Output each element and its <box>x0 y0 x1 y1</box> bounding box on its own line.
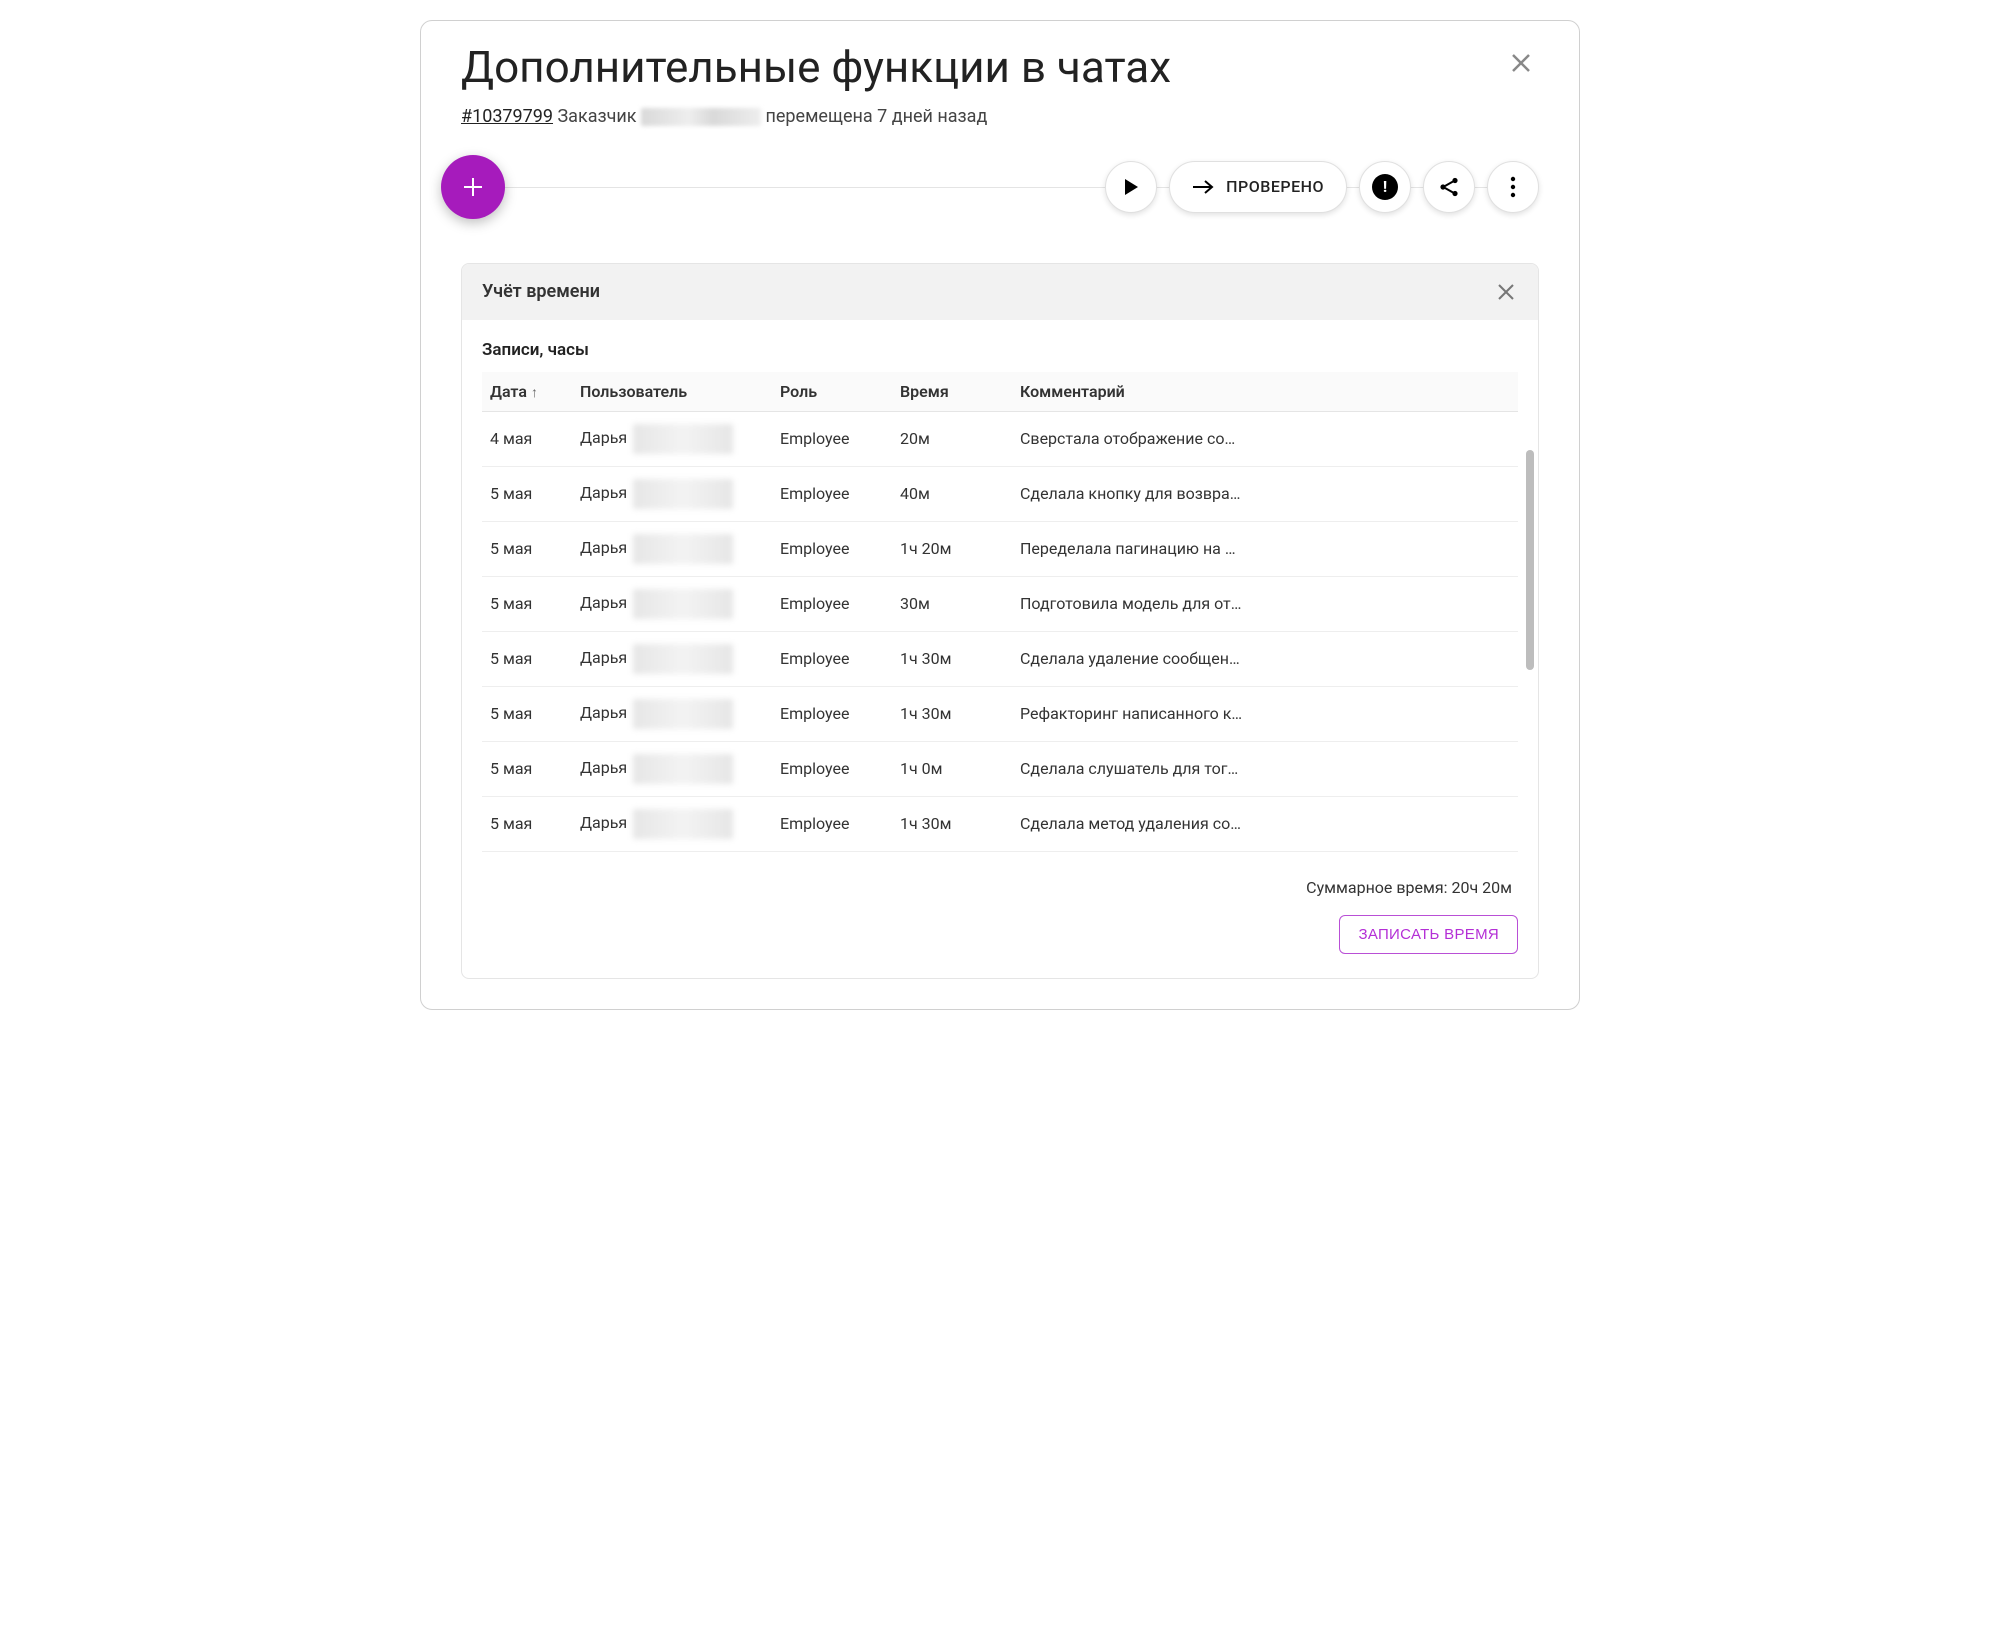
table-row[interactable]: 5 маяДарья Employee1ч 20мПеределала паги… <box>482 521 1518 576</box>
cell-role: Employee <box>772 411 892 466</box>
cell-comment: Сделала кнопку для возвра… <box>1012 466 1518 521</box>
time-tracking-panel: Учёт времени Записи, часы Дата↑ Пользова… <box>461 263 1539 979</box>
sort-ascending-icon: ↑ <box>531 385 538 401</box>
cell-role: Employee <box>772 796 892 851</box>
cell-time: 1ч 30м <box>892 796 1012 851</box>
table-row[interactable]: 4 маяДарья Employee20мСверстала отображе… <box>482 411 1518 466</box>
cell-time: 1ч 20м <box>892 521 1012 576</box>
summary-label: Суммарное время: <box>1306 878 1447 897</box>
cell-time: 1ч 30м <box>892 631 1012 686</box>
cell-time: 20м <box>892 411 1012 466</box>
more-vertical-icon <box>1510 176 1516 198</box>
cell-user: Дарья <box>572 686 772 741</box>
cell-user: Дарья <box>572 521 772 576</box>
cell-role: Employee <box>772 686 892 741</box>
task-window: Дополнительные функции в чатах #10379799… <box>420 20 1580 1010</box>
user-surname-redacted <box>633 644 733 674</box>
cell-date: 5 мая <box>482 796 572 851</box>
table-row[interactable]: 5 маяДарья Employee1ч 30мРефакторинг нап… <box>482 686 1518 741</box>
time-entries-table: Дата↑ Пользователь Роль Время Комментари… <box>482 372 1518 852</box>
user-surname-redacted <box>633 754 733 784</box>
summary-value: 20ч 20м <box>1451 878 1512 897</box>
user-surname-redacted <box>633 424 733 454</box>
cell-comment: Сделала удаление сообщен… <box>1012 631 1518 686</box>
checked-button[interactable]: ПРОВЕРЕНО <box>1169 161 1347 213</box>
section-label: Записи, часы <box>482 340 1518 360</box>
cell-role: Employee <box>772 576 892 631</box>
user-surname-redacted <box>633 699 733 729</box>
cell-time: 1ч 0м <box>892 741 1012 796</box>
share-icon <box>1438 176 1460 198</box>
col-time[interactable]: Время <box>892 372 1012 412</box>
customer-name-redacted <box>641 108 761 126</box>
warning-icon: ! <box>1372 174 1398 200</box>
col-role[interactable]: Роль <box>772 372 892 412</box>
more-button[interactable] <box>1487 161 1539 213</box>
moved-text: перемещена 7 дней назад <box>765 106 987 127</box>
play-button[interactable] <box>1105 161 1157 213</box>
cell-role: Employee <box>772 631 892 686</box>
cell-comment: Рефакторинг написанного к… <box>1012 686 1518 741</box>
cell-user: Дарья <box>572 466 772 521</box>
cell-comment: Подготовила модель для от… <box>1012 576 1518 631</box>
cell-date: 5 мая <box>482 741 572 796</box>
table-row[interactable]: 5 маяДарья Employee1ч 0мСделала слушател… <box>482 741 1518 796</box>
cell-user: Дарья <box>572 411 772 466</box>
table-row[interactable]: 5 маяДарья Employee40мСделала кнопку для… <box>482 466 1518 521</box>
scrollbar-thumb[interactable] <box>1526 450 1534 670</box>
cell-user: Дарья <box>572 576 772 631</box>
cell-comment: Сделала слушатель для тог… <box>1012 741 1518 796</box>
close-icon <box>1511 53 1531 73</box>
col-user[interactable]: Пользователь <box>572 372 772 412</box>
panel-title: Учёт времени <box>482 281 600 302</box>
col-comment[interactable]: Комментарий <box>1012 372 1518 412</box>
table-row[interactable]: 5 маяДарья Employee1ч 30мСделала удалени… <box>482 631 1518 686</box>
cell-time: 40м <box>892 466 1012 521</box>
close-button[interactable] <box>1503 45 1539 81</box>
arrow-right-icon <box>1192 179 1214 195</box>
cell-user: Дарья <box>572 631 772 686</box>
summary-row: Суммарное время: 20ч 20м <box>482 878 1518 897</box>
cell-date: 5 мая <box>482 686 572 741</box>
cell-time: 1ч 30м <box>892 686 1012 741</box>
add-button[interactable] <box>441 155 505 219</box>
cell-time: 30м <box>892 576 1012 631</box>
cell-date: 5 мая <box>482 631 572 686</box>
close-icon <box>1498 284 1514 300</box>
checked-label: ПРОВЕРЕНО <box>1226 177 1324 196</box>
cell-date: 5 мая <box>482 576 572 631</box>
panel-body: Записи, часы Дата↑ Пользователь Роль Вре… <box>462 320 1538 978</box>
cell-date: 5 мая <box>482 466 572 521</box>
page-title: Дополнительные функции в чатах <box>461 41 1171 94</box>
table-row[interactable]: 5 маяДарья Employee30мПодготовила модель… <box>482 576 1518 631</box>
user-surname-redacted <box>633 534 733 564</box>
cell-user: Дарья <box>572 796 772 851</box>
panel-header: Учёт времени <box>462 264 1538 320</box>
user-surname-redacted <box>633 589 733 619</box>
record-time-button[interactable]: ЗАПИСАТЬ ВРЕМЯ <box>1339 915 1518 954</box>
share-button[interactable] <box>1423 161 1475 213</box>
cell-comment: Переделала пагинацию на … <box>1012 521 1518 576</box>
panel-close-button[interactable] <box>1494 280 1518 304</box>
table-row[interactable]: 5 маяДарья Employee1ч 30мСделала метод у… <box>482 796 1518 851</box>
cell-date: 4 мая <box>482 411 572 466</box>
cell-comment: Сверстала отображение со… <box>1012 411 1518 466</box>
user-surname-redacted <box>633 479 733 509</box>
cell-role: Employee <box>772 521 892 576</box>
cell-comment: Сделала метод удаления со… <box>1012 796 1518 851</box>
user-surname-redacted <box>633 809 733 839</box>
cell-date: 5 мая <box>482 521 572 576</box>
cell-role: Employee <box>772 741 892 796</box>
task-subline: #10379799 Заказчик перемещена 7 дней наз… <box>461 106 1539 127</box>
col-date[interactable]: Дата↑ <box>482 372 572 412</box>
customer-label: Заказчик <box>557 106 636 127</box>
play-icon <box>1123 178 1139 196</box>
toolbar: ПРОВЕРЕНО ! <box>461 155 1539 219</box>
plus-icon <box>462 176 484 198</box>
ticket-id-link[interactable]: #10379799 <box>461 106 553 127</box>
cell-role: Employee <box>772 466 892 521</box>
cell-user: Дарья <box>572 741 772 796</box>
warning-button[interactable]: ! <box>1359 161 1411 213</box>
